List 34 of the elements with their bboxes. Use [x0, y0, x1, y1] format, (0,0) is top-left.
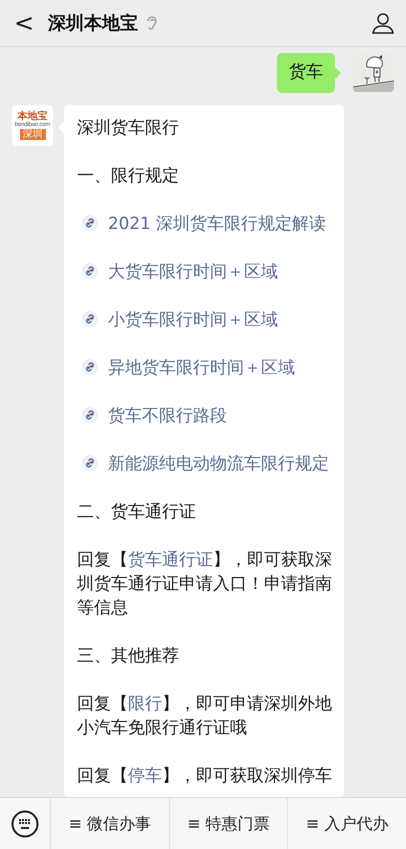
message-text: 深圳货车限行	[77, 116, 180, 139]
link-icon	[82, 263, 98, 279]
keyword-link[interactable]: 限行	[128, 693, 162, 713]
link-icon	[82, 311, 98, 327]
message-text: 三、其他推荐	[77, 644, 180, 667]
article-link[interactable]: 新能源纯电动物流车限行规定	[108, 451, 329, 475]
link-icon	[82, 215, 98, 231]
article-link[interactable]: 大货车限行时间＋区域	[108, 259, 278, 283]
ear-icon	[146, 15, 158, 31]
message-text: 回复【货车通行证】，即可获取深圳货车通行证申请入口！申请指南等信息	[77, 548, 333, 619]
link-icon	[82, 407, 98, 423]
message-text: 一、限行规定	[77, 164, 180, 187]
menu-button[interactable]: ≡ 入户代办	[287, 798, 406, 849]
article-link[interactable]: 小货车限行时间＋区域	[108, 307, 278, 331]
message-text: 二、货车通行证	[77, 500, 197, 523]
message-text: 回复【限行】，即可申请深圳外地小汽车免限行通行证哦	[77, 692, 333, 739]
logo-city: 深圳	[20, 129, 46, 140]
article-link[interactable]: 货车不限行路段	[108, 403, 227, 427]
keyword-link[interactable]: 货车通行证	[128, 549, 213, 569]
window-title: 深圳本地宝	[48, 12, 138, 36]
link-icon	[82, 455, 98, 471]
link-icon	[82, 359, 98, 375]
bubble-tail	[335, 67, 341, 79]
profile-icon[interactable]	[372, 12, 394, 34]
article-link[interactable]: 2021 深圳货车限行规定解读	[108, 211, 326, 235]
keyword-link[interactable]: 停车	[128, 765, 162, 785]
logo-brand: 本地宝	[18, 111, 48, 122]
article-link[interactable]: 异地货车限行时间＋区域	[108, 355, 295, 379]
menu-button[interactable]: ≡ 特惠门票	[168, 798, 288, 849]
menu-button[interactable]: ≡ 微信办事	[50, 798, 169, 849]
message-text: 回复【停车】，即可获取深圳停车	[77, 764, 333, 787]
back-button[interactable]: <	[12, 11, 36, 35]
message-bubble: 货车	[277, 53, 335, 93]
keyboard-icon[interactable]	[11, 810, 39, 838]
